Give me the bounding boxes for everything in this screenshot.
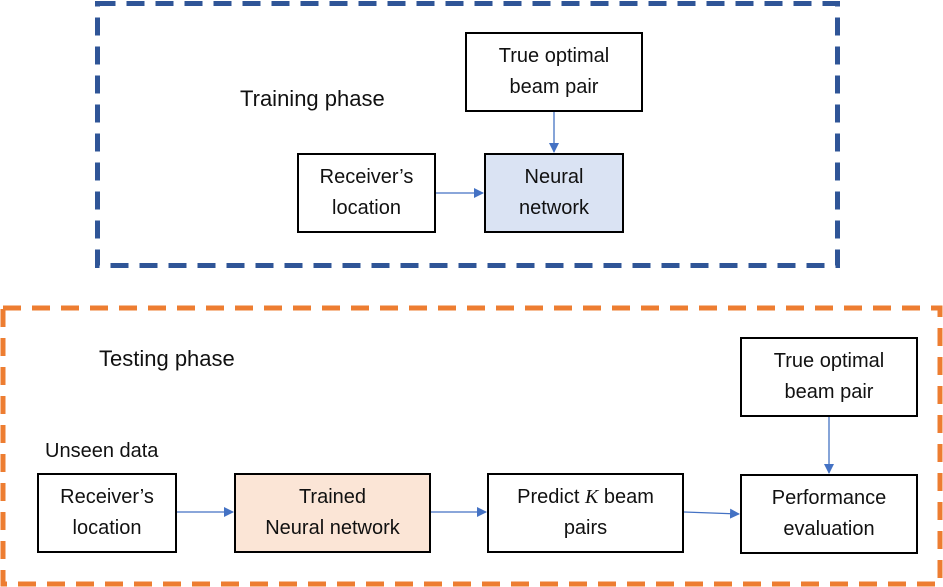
training-receiver-box: Receiver’s location [297,153,436,233]
training-phase-title: Training phase [240,86,385,111]
performance-line1: Performance [771,487,887,509]
testing-receiver-line1: Receiver’s [60,486,154,508]
performance-line2: evaluation [783,518,875,540]
testing-true-optimal-line1: True optimal [773,350,885,372]
predict-text: Predict [517,486,585,508]
neural-network-line1: Neural [524,166,584,188]
testing-true-optimal-line2: beam pair [784,381,874,403]
predict-k-beam-pairs-box: Predict K beam pairs [487,473,684,553]
neural-network-line2: network [518,197,590,219]
trained-network-line2: Neural network [265,517,400,539]
trained-neural-network-box: Trained Neural network [234,473,431,553]
beam-text: beam [598,486,654,508]
training-receiver-line2: location [332,197,401,219]
training-true-optimal-line2: beam pair [509,76,599,98]
predict-line2: pairs [563,517,608,539]
training-true-optimal-line1: True optimal [498,45,610,67]
testing-phase-title: Testing phase [99,346,235,371]
performance-evaluation-box: Performance evaluation [740,474,918,554]
variable-k: K [584,486,599,508]
testing-receiver-box: Receiver’s location [37,473,177,553]
testing-receiver-line2: location [72,517,142,539]
predict-line1: Predict K beam [517,482,654,513]
trained-network-line1: Trained [298,486,367,508]
neural-network-box: Neural network [484,153,624,233]
training-receiver-line1: Receiver’s [319,166,414,188]
unseen-data-label: Unseen data [45,440,159,462]
training-true-optimal-box: True optimal beam pair [465,32,643,112]
testing-true-optimal-box: True optimal beam pair [740,337,918,417]
